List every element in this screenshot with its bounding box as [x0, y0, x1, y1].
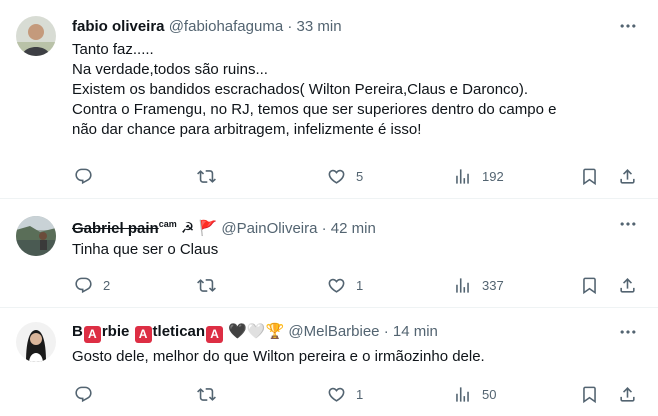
avatar[interactable]: [16, 216, 56, 256]
tweet[interactable]: Gabriel paincam ☭ 🚩 @PainOliveira · 42 m…: [0, 200, 658, 308]
display-name-part: tletican: [152, 323, 206, 340]
bookmark-icon: [580, 385, 599, 404]
display-name-superscript: cam: [158, 219, 177, 229]
tweet-text-line: Tinha que ser o Claus: [72, 241, 219, 258]
tweet-text-line: Contra o Framengu, no RJ, temos que ser …: [72, 101, 557, 118]
tweet[interactable]: B Arbie Atletican A 🖤🤍🏆 @MelBarbiee · 14 m…: [0, 309, 658, 416]
letter-a-badge: A: [134, 326, 152, 343]
letter-a-badge: A: [83, 326, 101, 343]
like-count: 5: [356, 168, 364, 184]
separator-dot: ·: [287, 18, 293, 35]
tweet-header: B Arbie Atletican A 🖤🤍🏆 @MelBarbiee · 14 m…: [72, 322, 438, 343]
user-handle[interactable]: @MelBarbiee: [288, 323, 379, 340]
timestamp[interactable]: 42 min: [331, 220, 376, 237]
heart-icon: [327, 276, 346, 295]
views-button[interactable]: 337: [453, 275, 504, 295]
display-name[interactable]: B Arbie Atletican A: [72, 323, 224, 343]
separator-dot: ·: [383, 323, 389, 340]
share-icon: [618, 167, 637, 186]
heart-icon: [327, 385, 346, 404]
reply-icon: [74, 276, 93, 295]
tweet-text-line: Existem os bandidos escrachados( Wilton …: [72, 81, 529, 98]
retweet-button[interactable]: [197, 384, 226, 404]
tweet-text-line: Tanto faz.....: [72, 41, 154, 58]
bookmark-icon: [580, 276, 599, 295]
more-icon[interactable]: [618, 322, 638, 342]
retweet-icon: [197, 167, 216, 186]
timestamp[interactable]: 33 min: [297, 18, 342, 35]
tweet[interactable]: fabio oliveira @fabiohafaguma · 33 min T…: [0, 0, 658, 199]
display-name-part: rbie: [101, 323, 134, 340]
tweet-actions: 2 1 337: [72, 275, 642, 295]
share-button[interactable]: [618, 384, 637, 404]
bookmark-button[interactable]: [580, 275, 599, 295]
retweet-icon: [197, 276, 216, 295]
retweet-button[interactable]: [197, 275, 226, 295]
tweet-text-line: Gosto dele, melhor do que Wilton pereira…: [72, 348, 485, 365]
letter-a-badge: A: [206, 326, 224, 343]
share-button[interactable]: [618, 275, 637, 295]
like-button[interactable]: 5: [327, 166, 363, 186]
heart-icon: [327, 167, 346, 186]
retweet-button[interactable]: [197, 166, 226, 186]
share-icon: [618, 385, 637, 404]
views-button[interactable]: 192: [453, 166, 504, 186]
bookmark-button[interactable]: [580, 384, 599, 404]
share-icon: [618, 276, 637, 295]
bookmark-icon: [580, 167, 599, 186]
views-count: 337: [482, 277, 504, 293]
name-emoji: 🖤🤍🏆: [228, 323, 285, 340]
user-handle[interactable]: @PainOliveira: [221, 220, 317, 237]
timestamp[interactable]: 14 min: [393, 323, 438, 340]
more-icon[interactable]: [618, 214, 638, 234]
like-count: 1: [356, 386, 364, 402]
bookmark-button[interactable]: [580, 166, 599, 186]
tweet-text: Tinha que ser o Claus: [72, 240, 632, 260]
name-emoji: ☭ 🚩: [180, 220, 218, 237]
reply-icon: [74, 385, 93, 404]
user-handle[interactable]: @fabiohafaguma: [169, 18, 283, 35]
tweet-text: Gosto dele, melhor do que Wilton pereira…: [72, 347, 632, 367]
like-count: 1: [356, 277, 364, 293]
display-name-part: B: [72, 323, 83, 340]
views-icon: [453, 385, 472, 404]
reply-button[interactable]: 2: [74, 275, 110, 295]
tweet-header: fabio oliveira @fabiohafaguma · 33 min: [72, 17, 342, 37]
more-icon[interactable]: [618, 16, 638, 36]
reply-icon: [74, 167, 93, 186]
retweet-icon: [197, 385, 216, 404]
views-button[interactable]: 50: [453, 384, 496, 404]
like-button[interactable]: 1: [327, 384, 363, 404]
reply-count: 2: [103, 277, 111, 293]
separator-dot: ·: [321, 220, 327, 237]
views-icon: [453, 167, 472, 186]
reply-button[interactable]: [74, 384, 103, 404]
avatar[interactable]: [16, 16, 56, 56]
tweet-text-line: Na verdade,todos são ruins...: [72, 61, 268, 78]
avatar[interactable]: [16, 322, 56, 362]
tweet-actions: 5 192: [72, 166, 642, 186]
tweet-header: Gabriel paincam ☭ 🚩 @PainOliveira · 42 m…: [72, 214, 376, 239]
views-count: 50: [482, 386, 497, 402]
share-button[interactable]: [618, 166, 637, 186]
tweet-text: Tanto faz..... Na verdade,todos são ruin…: [72, 40, 632, 140]
display-name[interactable]: fabio oliveira: [72, 18, 165, 35]
views-count: 192: [482, 168, 504, 184]
tweet-text-line: não dar chance para arbitragem, infelizm…: [72, 121, 422, 138]
reply-button[interactable]: [74, 166, 103, 186]
tweet-actions: 1 50: [72, 384, 642, 404]
views-icon: [453, 276, 472, 295]
like-button[interactable]: 1: [327, 275, 363, 295]
display-name[interactable]: Gabriel pain: [72, 220, 159, 237]
